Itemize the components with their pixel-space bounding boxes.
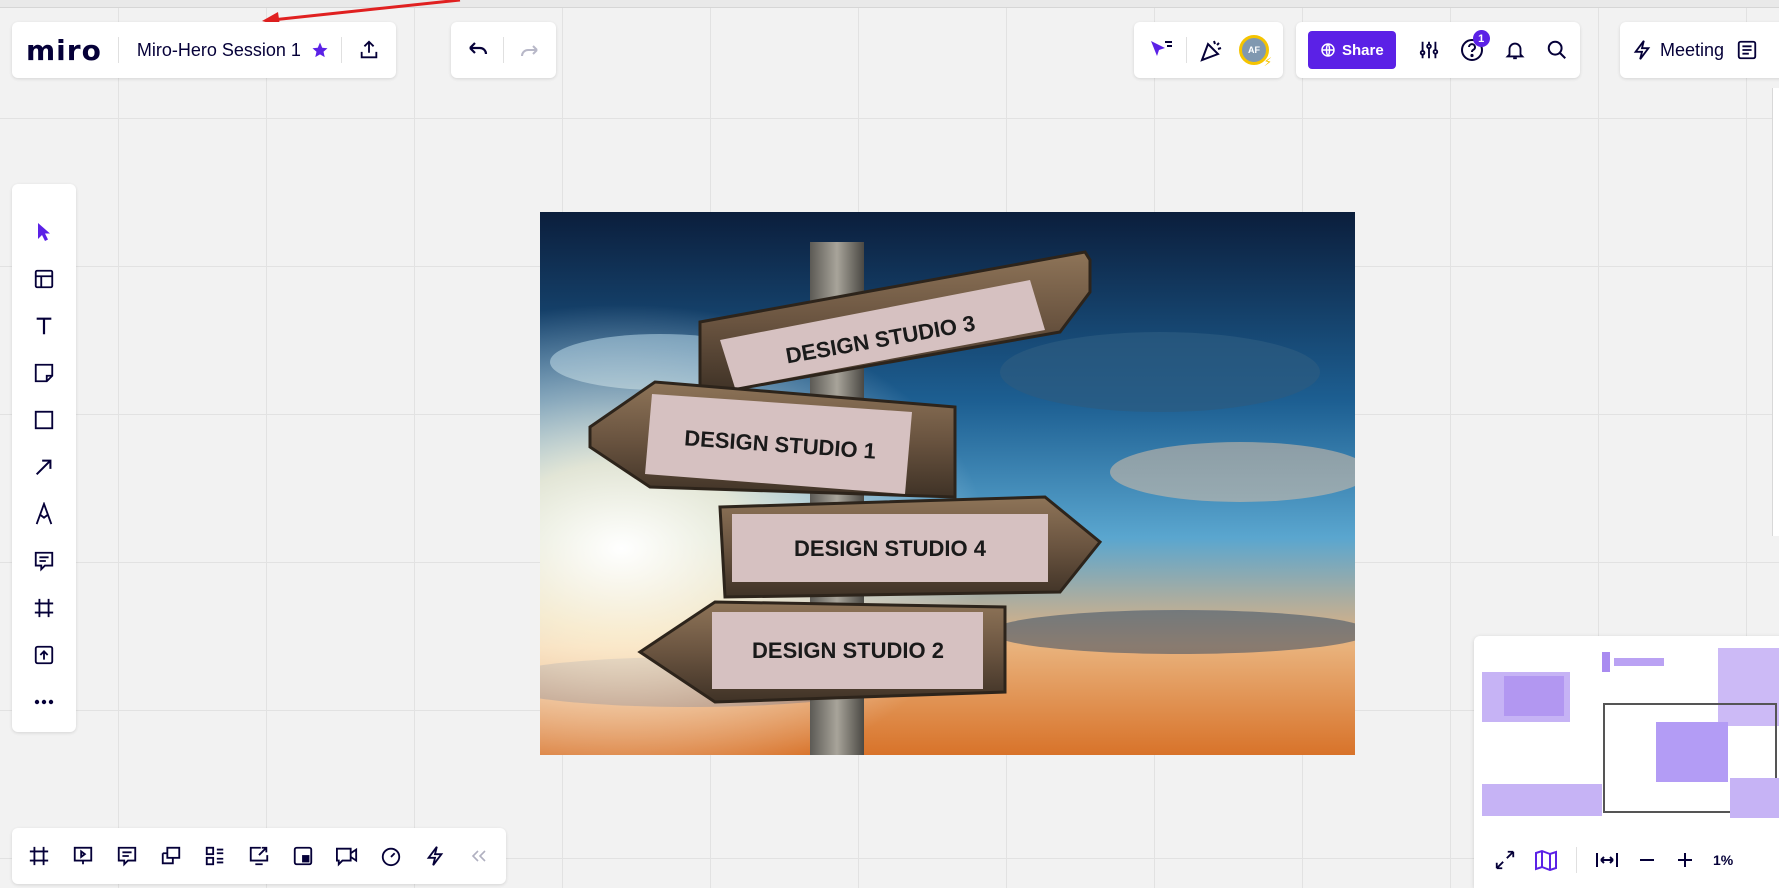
bolt-icon[interactable] <box>1632 39 1652 61</box>
templates-icon[interactable] <box>24 255 64 302</box>
presentation-icon[interactable] <box>66 836 100 876</box>
sign-label-4: DESIGN STUDIO 4 <box>794 536 987 561</box>
help-icon[interactable]: 1 <box>1460 30 1490 62</box>
bottom-toolbar <box>12 828 506 884</box>
sign-design-studio-2: DESIGN STUDIO 2 <box>637 600 1007 704</box>
fit-expand-icon[interactable] <box>1494 849 1516 871</box>
export-upload-icon[interactable] <box>358 39 380 61</box>
export-board-icon[interactable] <box>242 836 276 876</box>
divider <box>1576 847 1577 873</box>
board-title[interactable]: Miro-Hero Session 1 <box>137 40 301 61</box>
redo-icon[interactable] <box>518 40 542 60</box>
sign-label-2: DESIGN STUDIO 2 <box>752 638 944 663</box>
search-icon[interactable] <box>1546 39 1568 61</box>
cursor-filter-icon[interactable] <box>1148 38 1174 62</box>
map-icon[interactable] <box>1534 849 1558 871</box>
side-panel-edge <box>1772 88 1779 536</box>
zoom-out-icon[interactable] <box>1637 850 1657 870</box>
left-toolbar <box>12 184 76 732</box>
connection-arrow-icon[interactable] <box>24 443 64 490</box>
celebrate-icon[interactable] <box>1199 37 1225 63</box>
divider <box>503 37 504 63</box>
avatar-initials: AF <box>1248 45 1260 55</box>
frames-icon[interactable] <box>22 836 56 876</box>
meeting-panel: Meeting <box>1620 22 1779 78</box>
undo-redo-panel <box>451 22 556 78</box>
fit-width-icon[interactable] <box>1595 850 1619 870</box>
minimap-canvas <box>1482 648 1779 818</box>
user-avatar[interactable]: AF ⚡ <box>1239 35 1272 69</box>
zoom-bar: 1% <box>1474 832 1779 888</box>
activity-bolt-icon[interactable] <box>418 836 452 876</box>
upload-icon[interactable] <box>24 631 64 678</box>
pen-icon[interactable] <box>24 490 64 537</box>
shape-square-icon[interactable] <box>24 396 64 443</box>
share-panel: Share 1 <box>1296 22 1580 78</box>
frame-icon[interactable] <box>24 584 64 631</box>
cards-icon[interactable] <box>154 836 188 876</box>
globe-icon <box>1320 42 1336 58</box>
bolt-icon: ⚡ <box>1263 55 1272 69</box>
zoom-in-icon[interactable] <box>1675 850 1695 870</box>
collapse-chevrons-icon[interactable] <box>462 836 496 876</box>
kanban-icon[interactable] <box>198 836 232 876</box>
text-icon[interactable] <box>24 302 64 349</box>
notes-icon[interactable] <box>110 836 144 876</box>
divider <box>340 37 342 63</box>
collaboration-panel: AF ⚡ <box>1134 22 1283 78</box>
board-header: miro Miro-Hero Session 1 <box>12 22 396 78</box>
miro-logo[interactable]: miro <box>26 34 102 67</box>
screen-share-icon[interactable] <box>286 836 320 876</box>
divider <box>1186 37 1187 63</box>
minimap[interactable]: 1% <box>1474 636 1779 888</box>
share-label: Share <box>1342 41 1384 59</box>
video-call-icon[interactable] <box>330 836 364 876</box>
signpost-image[interactable]: DESIGN STUDIO 3 DESIGN STUDIO 1 DESIGN S… <box>540 212 1355 755</box>
sign-design-studio-4: DESIGN STUDIO 4 <box>718 495 1103 599</box>
more-icon[interactable] <box>24 678 64 725</box>
comment-icon[interactable] <box>24 537 64 584</box>
zoom-level[interactable]: 1% <box>1713 852 1733 868</box>
bell-icon[interactable] <box>1504 39 1526 61</box>
share-button[interactable]: Share <box>1308 31 1396 69</box>
settings-sliders-icon[interactable] <box>1418 39 1440 61</box>
select-cursor-icon[interactable] <box>24 208 64 255</box>
divider <box>117 37 119 63</box>
notes-list-icon[interactable] <box>1736 39 1758 61</box>
sticky-note-icon[interactable] <box>24 349 64 396</box>
meeting-button[interactable]: Meeting <box>1660 40 1724 61</box>
undo-icon[interactable] <box>465 40 489 60</box>
star-icon[interactable] <box>311 41 329 59</box>
timer-icon[interactable] <box>374 836 408 876</box>
notification-badge: 1 <box>1472 30 1490 47</box>
